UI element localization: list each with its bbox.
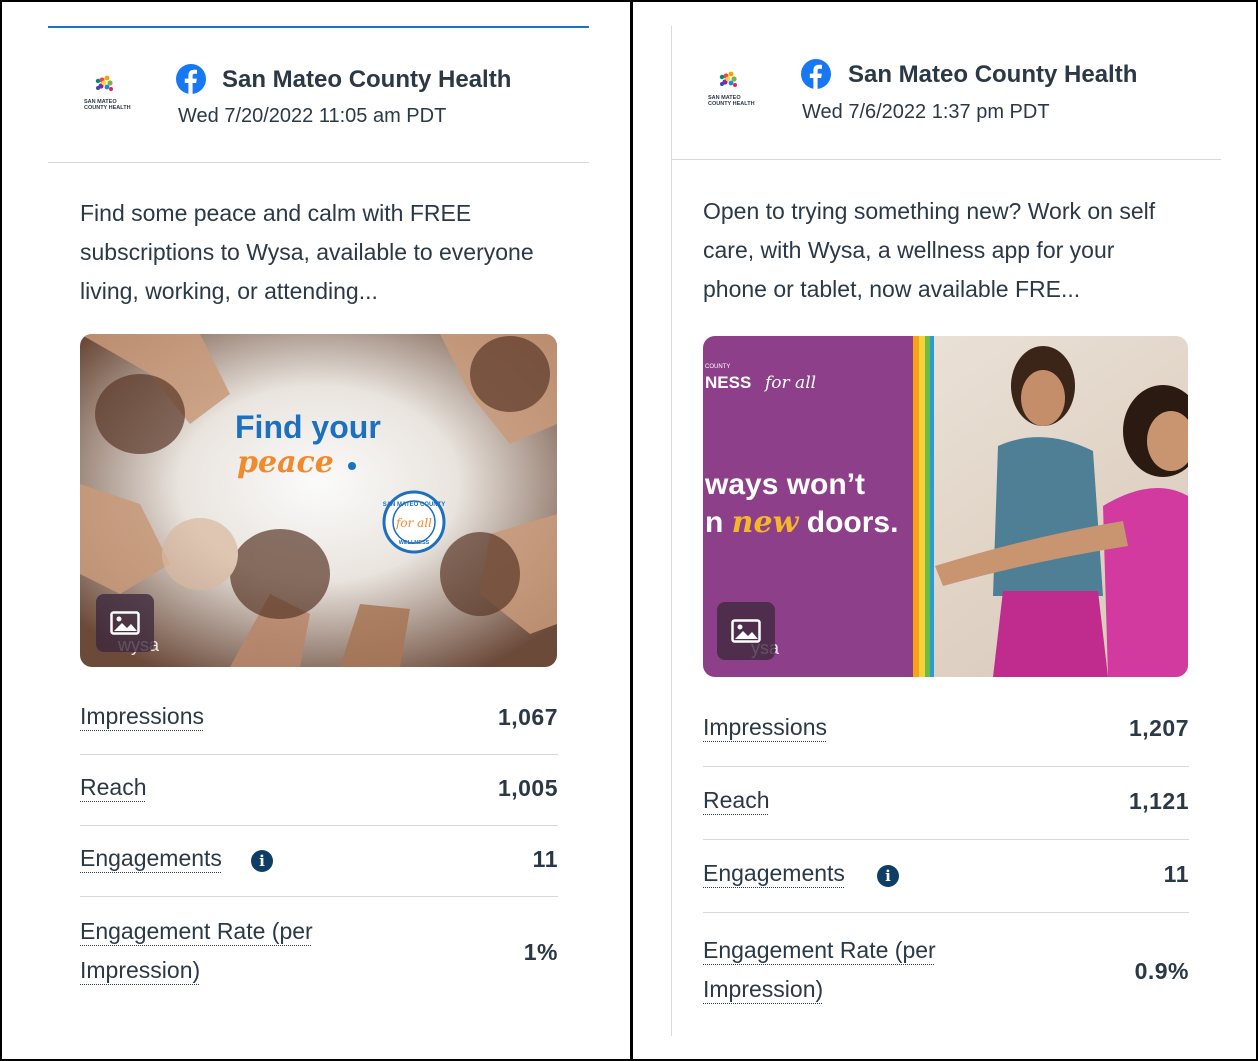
svg-text:COUNTY: COUNTY	[705, 364, 730, 370]
image-type-badge	[717, 602, 775, 660]
metric-row-engagements: Engagements i 11	[80, 826, 558, 897]
metric-label[interactable]: Reach	[80, 768, 146, 807]
svg-text:COUNTY HEALTH: COUNTY HEALTH	[708, 101, 755, 107]
post-card-1[interactable]: SAN MATEO COUNTY HEALTH San Mateo County…	[48, 26, 589, 1061]
metric-row-impressions: Impressions 1,067	[80, 684, 558, 755]
facebook-icon	[176, 64, 206, 94]
metrics-list: Impressions 1,207 Reach 1,121 Engagement…	[703, 694, 1189, 1013]
post-image[interactable]: COUNTY NESS for all ways won’t n new doo…	[703, 336, 1188, 677]
metrics-list: Impressions 1,067 Reach 1,005 Engagement…	[80, 684, 558, 997]
svg-text:peace: peace	[237, 445, 334, 480]
image-type-badge	[96, 594, 154, 652]
svg-text:NESS: NESS	[705, 373, 751, 392]
account-name[interactable]: San Mateo County Health	[848, 61, 1137, 89]
county-health-logo: SAN MATEO COUNTY HEALTH	[84, 75, 131, 111]
post-date: Wed 7/20/2022 11:05 am PDT	[178, 105, 447, 127]
metric-value: 0.9%	[1134, 958, 1189, 984]
svg-text:WELLNESS: WELLNESS	[399, 540, 430, 546]
post-header: SAN MATEO COUNTY HEALTH San Mateo County…	[671, 26, 1221, 160]
card-edge	[671, 26, 672, 1036]
image-icon	[731, 619, 761, 643]
metric-row-engagement-rate: Engagement Rate (per Impression) 1%	[80, 897, 558, 997]
wellness-seal: SAN MATEO COUNTY for all WELLNESS	[382, 490, 446, 554]
post-image[interactable]: Find your peace SAN MATEO COUNTY for all…	[80, 334, 557, 667]
svg-text:ways won’t: ways won’t	[704, 468, 865, 501]
svg-text:n new doors.: n new doors.	[705, 505, 898, 540]
svg-text:for all: for all	[395, 516, 432, 530]
info-icon[interactable]: i	[877, 865, 899, 887]
svg-text:Find your: Find your	[235, 409, 381, 445]
metric-value: 1,207	[1128, 715, 1189, 741]
metric-label[interactable]: Engagement Rate (per Impression)	[703, 931, 993, 1009]
metric-row-impressions: Impressions 1,207	[703, 694, 1189, 767]
metric-label-wrap[interactable]: Engagements	[703, 854, 845, 893]
panel-divider	[630, 0, 633, 1061]
metric-label[interactable]: Impressions	[703, 708, 827, 747]
account-name[interactable]: San Mateo County Health	[222, 66, 511, 94]
metric-value: 11	[1163, 861, 1189, 887]
metric-value: 1,067	[497, 704, 558, 730]
metric-label[interactable]: Reach	[703, 781, 769, 820]
facebook-icon	[801, 59, 831, 89]
metric-row-engagement-rate: Engagement Rate (per Impression) 0.9%	[703, 913, 1189, 1013]
post-card-2[interactable]: SAN MATEO COUNTY HEALTH San Mateo County…	[671, 26, 1221, 1061]
metric-value: 11	[532, 846, 558, 872]
info-icon[interactable]: i	[251, 850, 273, 872]
svg-text:SAN MATEO COUNTY: SAN MATEO COUNTY	[383, 502, 446, 508]
image-icon	[110, 611, 140, 635]
svg-text:for all: for all	[763, 373, 816, 393]
post-header: SAN MATEO COUNTY HEALTH San Mateo County…	[48, 26, 589, 163]
metric-value: 1,005	[497, 775, 558, 801]
metric-row-engagements: Engagements i 11	[703, 840, 1189, 913]
metric-value: 1%	[523, 939, 558, 965]
county-health-logo: SAN MATEO COUNTY HEALTH	[708, 71, 755, 107]
metric-label: Engagements	[703, 860, 845, 886]
metric-label[interactable]: Impressions	[80, 697, 204, 736]
metric-value: 1,121	[1128, 788, 1189, 814]
metric-row-reach: Reach 1,121	[703, 767, 1189, 840]
metric-row-reach: Reach 1,005	[80, 755, 558, 826]
svg-text:COUNTY HEALTH: COUNTY HEALTH	[84, 105, 131, 111]
post-text: Find some peace and calm with FREE subsc…	[80, 200, 534, 304]
metric-label-wrap[interactable]: Engagements	[80, 839, 222, 878]
metric-label: Engagements	[80, 845, 222, 871]
post-date: Wed 7/6/2022 1:37 pm PDT	[802, 101, 1050, 123]
wellness-doors-image: COUNTY NESS for all ways won’t n new doo…	[703, 336, 1188, 677]
post-text: Open to trying something new? Work on se…	[703, 198, 1156, 302]
metric-label[interactable]: Engagement Rate (per Impression)	[80, 912, 370, 990]
